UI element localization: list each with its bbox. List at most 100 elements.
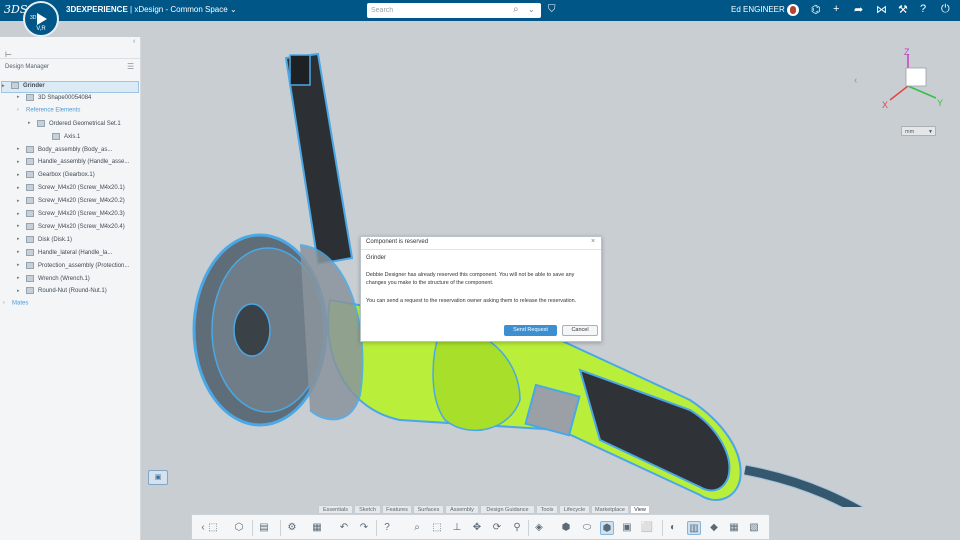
normal-view-icon[interactable]: ⊥	[450, 521, 464, 535]
expand-arrow-icon[interactable]: ▸	[28, 120, 37, 126]
user-name[interactable]: Ed ENGINEER	[731, 5, 785, 14]
chevron-down-icon[interactable]: ⌄	[230, 5, 237, 14]
tree-item[interactable]: ▸ Disk (Disk.1)	[17, 235, 72, 248]
grid-icon[interactable]: ▦	[727, 521, 741, 535]
look-at-icon[interactable]: ⚲	[510, 521, 524, 535]
tree-item[interactable]: ▸ Handle_lateral (Handle_la...	[17, 248, 112, 261]
tree-item[interactable]: ▸ Handle_assembly (Handle_asse...	[17, 158, 129, 170]
collapse-panel-icon[interactable]: ‹	[133, 38, 135, 45]
tools-icon[interactable]: ⚒	[898, 3, 908, 16]
3d-shape-overlay-button[interactable]: ▣	[148, 470, 168, 485]
tab-view[interactable]: View	[630, 505, 650, 514]
search-icon[interactable]: ⌕	[513, 4, 519, 15]
view-compass[interactable]: Z Y X	[876, 46, 948, 111]
tree-item[interactable]: Axis.1	[43, 132, 80, 145]
tree-item[interactable]: ▸ Ordered Geometrical Set.1	[28, 119, 121, 132]
cube-view-icon[interactable]: ⬢	[559, 521, 573, 535]
expand-arrow-icon[interactable]: ▸	[17, 172, 26, 178]
tree-item[interactable]: ▸ Wrench (Wrench.1)	[17, 274, 90, 287]
shading-edges-icon[interactable]: ⬢	[600, 521, 614, 535]
cube-icon[interactable]	[905, 67, 927, 87]
app-subtitle[interactable]: xDesign - Common Space	[134, 5, 227, 14]
network-icon[interactable]: ⋈	[876, 3, 887, 16]
capture-icon[interactable]: ▧	[747, 521, 761, 535]
chevron-left-icon[interactable]: ‹	[854, 75, 857, 86]
expand-arrow-icon[interactable]: ▸	[17, 211, 26, 217]
paste-icon[interactable]: ▦	[310, 521, 324, 535]
expand-arrow-icon[interactable]: ▸	[17, 262, 26, 268]
expand-arrow-icon[interactable]: ▸	[17, 185, 26, 191]
tree-item[interactable]: ▸ Screw_M4x20 (Screw_M4x20.2)	[17, 197, 125, 209]
fit-all-icon[interactable]: ⬚	[430, 521, 444, 535]
power-icon[interactable]: ⏻	[941, 3, 950, 16]
help-icon[interactable]: ?	[920, 3, 926, 15]
iso-view-icon[interactable]: ◈	[532, 521, 546, 535]
expand-arrow-icon[interactable]: ▸	[17, 198, 26, 204]
material-icon[interactable]: ◆	[707, 521, 721, 535]
tree-item[interactable]: ▸ Grinder	[1, 81, 139, 93]
transparency-icon[interactable]: ▥	[687, 521, 701, 535]
expand-arrow-icon[interactable]: ▸	[17, 146, 26, 152]
tree-item[interactable]: ▸ Screw_M4x20 (Screw_M4x20.3)	[17, 210, 125, 222]
expand-arrow-icon[interactable]: ▸	[17, 275, 26, 281]
tree-item[interactable]: ▸ 3D Shape00054084	[17, 93, 91, 106]
zoom-icon[interactable]: ⌕	[410, 521, 424, 535]
expand-arrow-icon[interactable]: ▸	[17, 159, 26, 165]
expand-arrow-icon[interactable]: ▸	[17, 223, 26, 229]
tab-lifecycle[interactable]: Lifecycle	[559, 505, 590, 514]
tree-item[interactable]: ▸ Protection_assembly (Protection...	[17, 261, 129, 274]
tab-tools[interactable]: Tools	[536, 505, 558, 514]
expand-arrow-icon[interactable]: ▸	[17, 249, 26, 255]
search-box[interactable]: ⌕ ⌄	[367, 3, 541, 18]
expand-arrow-icon[interactable]: ›	[17, 107, 26, 113]
tree-item[interactable]: ▸ Gearbox (Gearbox.1)	[17, 171, 95, 183]
select-icon[interactable]: ⬚	[206, 521, 220, 535]
tree-item[interactable]: ▸ Screw_M4x20 (Screw_M4x20.1)	[17, 184, 125, 196]
expand-arrow-icon[interactable]: ▸	[17, 94, 26, 100]
compass-widget[interactable]: 3D V,R	[23, 1, 59, 37]
tab-features[interactable]: Features	[382, 505, 412, 514]
search-dropdown-icon[interactable]: ⌄	[528, 5, 535, 14]
tab-design-guidance[interactable]: Design Guidance	[480, 505, 535, 514]
tree-item[interactable]: › Mates	[3, 300, 28, 312]
search-input[interactable]	[371, 4, 511, 16]
menu-icon[interactable]: ☰	[127, 62, 134, 71]
avatar[interactable]	[787, 4, 799, 16]
share-icon[interactable]: ➦	[854, 3, 863, 16]
tab-surfaces[interactable]: Surfaces	[413, 505, 444, 514]
tree-item[interactable]: ▸ Round-Nut (Round-Nut.1)	[17, 287, 107, 299]
wireframe-icon[interactable]: ⬜	[640, 521, 654, 535]
cylinder-icon[interactable]: ⬭	[580, 521, 594, 535]
shading-icon[interactable]: ▣	[620, 521, 634, 535]
plus-icon[interactable]: +	[833, 3, 839, 15]
cancel-button[interactable]: Cancel	[562, 325, 598, 336]
tree-item[interactable]: › Reference Elements	[17, 107, 80, 119]
expand-arrow-icon[interactable]: ▸	[17, 288, 26, 294]
tab-marketplace[interactable]: Marketplace	[591, 505, 629, 514]
rotate-icon[interactable]: ⟳	[490, 521, 504, 535]
expand-arrow-icon[interactable]: ›	[3, 300, 12, 306]
bookmark-icon[interactable]: ⌬	[811, 3, 821, 16]
tree-item[interactable]: ▸ Body_assembly (Body_as...	[17, 145, 112, 158]
protection-guard[interactable]	[299, 244, 364, 421]
save-icon[interactable]: ▤	[257, 521, 271, 535]
redo-icon[interactable]: ↷	[357, 521, 371, 535]
part-icon[interactable]: ⬡	[232, 521, 246, 535]
tab-essentials[interactable]: Essentials	[318, 505, 353, 514]
send-request-button[interactable]: Send Request	[504, 325, 557, 336]
undo-icon[interactable]: ↶	[337, 521, 351, 535]
units-select[interactable]: mm ▼	[901, 126, 936, 136]
expand-arrow-icon[interactable]: ▸	[17, 236, 26, 242]
pan-icon[interactable]: ✥	[470, 521, 484, 535]
tag-icon[interactable]: ⛉	[548, 4, 556, 15]
tab-sketch[interactable]: Sketch	[354, 505, 381, 514]
play-icon[interactable]	[37, 13, 47, 25]
tab-assembly[interactable]: Assembly	[445, 505, 479, 514]
expand-arrow-icon[interactable]: ▸	[2, 83, 11, 89]
settings-icon[interactable]: ⚙	[285, 521, 299, 535]
round-nut[interactable]	[233, 303, 271, 357]
tree-item[interactable]: ▸ Screw_M4x20 (Screw_M4x20.4)	[17, 222, 125, 235]
hide-show-icon[interactable]: ◐	[666, 521, 680, 535]
help-icon[interactable]: ?	[380, 521, 394, 535]
close-icon[interactable]: ×	[591, 238, 595, 245]
